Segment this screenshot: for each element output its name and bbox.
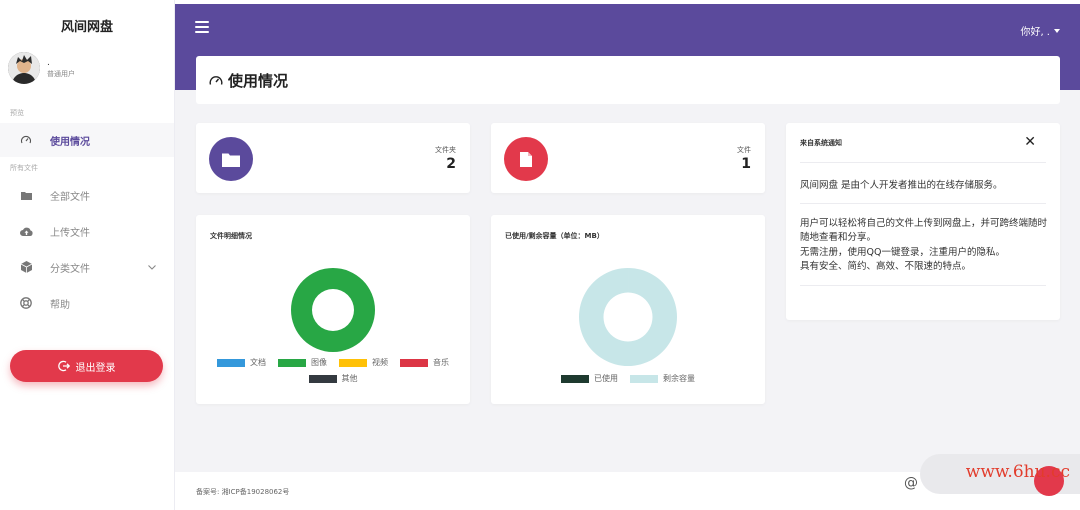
page-title-card: 使用情况 (196, 56, 1060, 104)
legend-label: 文档 (250, 358, 266, 367)
stat-value: 1 (741, 156, 751, 172)
menu-toggle-icon[interactable] (195, 21, 209, 33)
legend-swatch (630, 374, 658, 383)
legend-label: 剩余容量 (663, 374, 695, 383)
legend-swatch (308, 374, 337, 383)
slice-2[interactable] (291, 268, 375, 352)
folder-icon (19, 188, 33, 202)
legend-item[interactable]: 图像 (278, 357, 327, 368)
system-notice-card: 来自系统通知 ✕ 风间网盘 是由个人开发者推出的在线存储服务。 用户可以轻松将自… (786, 123, 1060, 320)
notice-paragraph: 风间网盘 是由个人开发者推出的在线存储服务。 (800, 180, 1003, 191)
legend-item[interactable]: 已使用 (561, 373, 618, 384)
file-chart-legend: 文档 图像 视频 音乐 其他 (206, 357, 460, 389)
avatar[interactable] (8, 52, 40, 84)
storage-donut[interactable] (579, 268, 677, 366)
legend-label: 音乐 (433, 358, 449, 367)
storage-chart-legend: 已使用 剩余容量 (501, 373, 755, 389)
sidebar-item-label: 全部文件 (50, 191, 90, 203)
divider (800, 203, 1046, 204)
chart-title: 文件明细情况 (210, 232, 252, 240)
sidebar: 风间网盘 . 普通用户 预览 使用情况 所有文件 全部文件 上传文件 分类文件 … (0, 0, 175, 510)
sidebar-item-all-files[interactable]: 全部文件 (0, 178, 174, 212)
sidebar-item-label: 上传文件 (50, 227, 90, 239)
file-chart-card: 文件明细情况 文档 图像 视频 音乐 其他 (196, 215, 470, 404)
legend-label: 图像 (311, 358, 327, 367)
legend-item[interactable]: 文档 (217, 357, 266, 368)
icp-record[interactable]: 备案号: 湘ICP备19028062号 (196, 487, 289, 497)
legend-item[interactable]: 其他 (308, 373, 358, 384)
cube-icon (19, 260, 33, 274)
greeting-text: 你好, . (1020, 27, 1050, 38)
slice-2[interactable] (579, 268, 677, 366)
lifebuoy-icon (19, 296, 33, 310)
gauge-icon (209, 74, 223, 86)
legend-label: 已使用 (594, 374, 618, 383)
stat-label: 文件 (737, 146, 751, 154)
sidebar-item-label: 使用情况 (50, 136, 90, 148)
sidebar-item-upload[interactable]: 上传文件 (0, 214, 174, 248)
chart-title: 已使用/剩余容量（单位：MB） (505, 232, 604, 240)
logout-button[interactable]: 退出登录 (10, 350, 163, 382)
legend-label: 其他 (341, 374, 358, 383)
user-name: . (47, 58, 50, 68)
sidebar-item-label: 分类文件 (50, 263, 90, 275)
close-icon[interactable]: ✕ (1024, 135, 1036, 149)
user-role: 普通用户 (47, 70, 75, 78)
logout-label: 退出登录 (75, 362, 116, 374)
cloud-upload-icon (19, 224, 33, 238)
notice-paragraph: 具有安全、简约、高效、不限速的特点。 (800, 261, 972, 272)
user-block: . 普通用户 (8, 52, 75, 84)
caret-down-icon (1054, 28, 1060, 33)
file-type-donut[interactable] (291, 268, 375, 352)
stat-card-files[interactable]: 文件 1 (491, 123, 765, 193)
sidebar-item-categories[interactable]: 分类文件 (0, 250, 174, 284)
stat-label: 文件夹 (435, 146, 456, 154)
stat-card-folders[interactable]: 文件夹 2 (196, 123, 470, 193)
divider (800, 285, 1046, 286)
sidebar-item-help[interactable]: 帮助 (0, 286, 174, 320)
legend-label: 视频 (372, 358, 388, 367)
sidebar-item-usage[interactable]: 使用情况 (0, 123, 174, 157)
section-label-files: 所有文件 (10, 164, 38, 172)
file-icon (504, 137, 548, 181)
logout-icon (57, 360, 70, 372)
legend-swatch (217, 358, 245, 367)
page-title: 使用情况 (228, 71, 289, 90)
chevron-down-icon (148, 262, 156, 273)
user-greeting-dropdown[interactable]: 你好, . (1020, 23, 1060, 38)
footer: 备案号: 湘ICP备19028062号 @ www.6hu.cc (175, 454, 1080, 510)
legend-swatch (339, 358, 367, 367)
legend-item[interactable]: 剩余容量 (630, 373, 695, 384)
watermark-text: www.6hu.cc (965, 462, 1070, 482)
notice-paragraph: 无需注册，使用QQ一键登录，注重用户的隐私。 (800, 247, 1005, 258)
brand-title[interactable]: 风间网盘 (0, 0, 174, 50)
stat-value: 2 (446, 156, 456, 172)
legend-swatch (561, 374, 589, 383)
section-label-overview: 预览 (10, 109, 24, 117)
divider (800, 162, 1046, 163)
legend-item[interactable]: 音乐 (400, 357, 449, 368)
legend-swatch (400, 358, 428, 367)
storage-chart-card: 已使用/剩余容量（单位：MB） 已使用 剩余容量 (491, 215, 765, 404)
legend-item[interactable]: 视频 (339, 357, 388, 368)
legend-swatch (278, 358, 306, 367)
notice-title: 来自系统通知 (800, 139, 842, 147)
sidebar-item-label: 帮助 (50, 299, 70, 311)
at-icon: @ (904, 475, 918, 491)
gauge-icon (19, 133, 33, 147)
folder-icon (209, 137, 253, 181)
notice-paragraph: 用户可以轻松将自己的文件上传到网盘上，并可跨终端随时随地查看和分享。 (800, 218, 1048, 243)
